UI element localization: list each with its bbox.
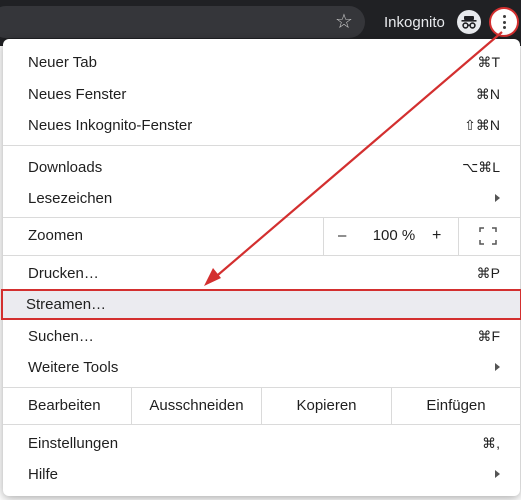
menu-item-find[interactable]: Suchen… ⌘F bbox=[3, 321, 520, 352]
submenu-arrow-icon bbox=[495, 363, 500, 371]
incognito-icon[interactable] bbox=[457, 10, 481, 34]
menu-edit-row: Bearbeiten Ausschneiden Kopieren Einfüge… bbox=[3, 387, 520, 424]
zoom-level: 100 % bbox=[372, 227, 416, 244]
menu-item-shortcut: ⌘, bbox=[482, 435, 500, 451]
chrome-main-menu: Neuer Tab ⌘T Neues Fenster ⌘N Neues Inko… bbox=[1, 39, 521, 496]
menu-item-bookmarks[interactable]: Lesezeichen bbox=[3, 183, 520, 214]
menu-item-shortcut: ⌘P bbox=[476, 265, 500, 281]
zoom-out-button[interactable]: – bbox=[338, 217, 346, 255]
menu-item-label: Hilfe bbox=[28, 466, 59, 483]
copy-button[interactable]: Kopieren bbox=[261, 387, 391, 424]
edit-label: Bearbeiten bbox=[28, 397, 101, 414]
zoom-label: Zoomen bbox=[28, 227, 84, 244]
menu-item-label: Weitere Tools bbox=[28, 359, 119, 376]
menu-divider bbox=[3, 424, 520, 425]
menu-item-label: Neues Fenster bbox=[28, 86, 127, 103]
menu-item-shortcut: ⌘F bbox=[477, 328, 500, 344]
menu-item-new-window[interactable]: Neues Fenster ⌘N bbox=[3, 79, 520, 110]
menu-item-label: Neuer Tab bbox=[28, 54, 97, 71]
menu-item-label: Downloads bbox=[28, 159, 103, 176]
menu-item-help[interactable]: Hilfe bbox=[3, 459, 520, 490]
menu-item-label: Suchen… bbox=[28, 328, 94, 345]
menu-item-settings[interactable]: Einstellungen ⌘, bbox=[3, 428, 520, 459]
menu-item-more-tools[interactable]: Weitere Tools bbox=[3, 352, 520, 383]
address-bar[interactable] bbox=[0, 6, 365, 38]
menu-item-shortcut: ⌘N bbox=[475, 86, 500, 102]
zoom-in-button[interactable]: + bbox=[432, 217, 441, 255]
incognito-label: Inkognito bbox=[384, 14, 445, 31]
star-icon[interactable]: ☆ bbox=[333, 11, 355, 33]
menu-item-cast[interactable]: Streamen… bbox=[1, 289, 521, 320]
zoom-control: – 100 % + bbox=[323, 217, 459, 255]
menu-item-shortcut: ⇧⌘N bbox=[464, 117, 500, 133]
menu-item-new-incognito-window[interactable]: Neues Inkognito-Fenster ⇧⌘N bbox=[3, 110, 520, 141]
menu-item-label: Streamen… bbox=[26, 296, 107, 313]
cut-button[interactable]: Ausschneiden bbox=[131, 387, 261, 424]
menu-divider bbox=[3, 145, 520, 146]
menu-item-label: Drucken… bbox=[28, 265, 99, 282]
menu-item-shortcut: ⌘T bbox=[477, 54, 500, 70]
menu-item-label: Lesezeichen bbox=[28, 190, 113, 207]
menu-item-label: Einstellungen bbox=[28, 435, 119, 452]
menu-divider bbox=[3, 255, 520, 256]
menu-item-new-tab[interactable]: Neuer Tab ⌘T bbox=[3, 47, 520, 78]
kebab-menu-icon[interactable] bbox=[489, 7, 519, 37]
paste-button[interactable]: Einfügen bbox=[391, 387, 520, 424]
menu-item-shortcut: ⌥⌘L bbox=[462, 159, 500, 175]
menu-item-print[interactable]: Drucken… ⌘P bbox=[3, 258, 520, 289]
menu-item-label: Neues Inkognito-Fenster bbox=[28, 117, 193, 134]
menu-zoom-row: Zoomen – 100 % + bbox=[3, 217, 520, 255]
submenu-arrow-icon bbox=[495, 470, 500, 478]
menu-item-downloads[interactable]: Downloads ⌥⌘L bbox=[3, 152, 520, 183]
submenu-arrow-icon bbox=[495, 194, 500, 202]
fullscreen-icon[interactable] bbox=[479, 227, 497, 245]
